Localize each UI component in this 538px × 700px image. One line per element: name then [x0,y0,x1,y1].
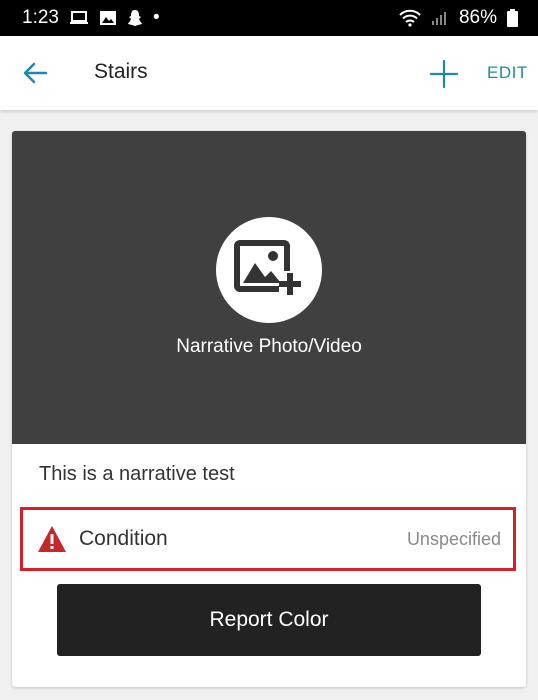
add-media-button[interactable] [216,217,322,323]
media-label: Narrative Photo/Video [176,336,362,357]
edit-button[interactable]: EDIT [487,63,528,83]
warning-icon [38,526,66,552]
narrative-text: This is a narrative test [39,463,235,485]
page-title: Stairs [94,60,148,83]
condition-row[interactable]: Condition Unspecified [20,507,516,571]
snapchat-icon [127,9,143,27]
media-picker[interactable]: Narrative Photo/Video [12,131,526,444]
plus-icon [429,59,459,89]
status-dot: • [152,7,160,28]
condition-value: Unspecified [406,529,501,549]
signal-icon [431,10,449,26]
narrative-card: Narrative Photo/Video This is a narrativ… [12,131,526,687]
condition-label: Condition [79,527,168,550]
laptop-icon [69,10,89,26]
wifi-icon [399,9,421,27]
add-photo-icon [234,240,301,295]
app-bar: Stairs EDIT [0,36,538,110]
arrow-left-icon [23,62,48,84]
battery-icon [507,9,518,27]
status-right: 86% [399,7,518,29]
status-time: 1:23 [22,7,59,28]
status-bar: 1:23 • 86% [0,0,538,36]
add-button[interactable] [428,58,460,90]
battery-percent: 86% [458,7,497,28]
back-button[interactable] [20,58,50,88]
status-left: 1:23 • [22,7,160,29]
image-icon [99,10,117,26]
report-color-button[interactable]: Report Color [57,584,481,656]
